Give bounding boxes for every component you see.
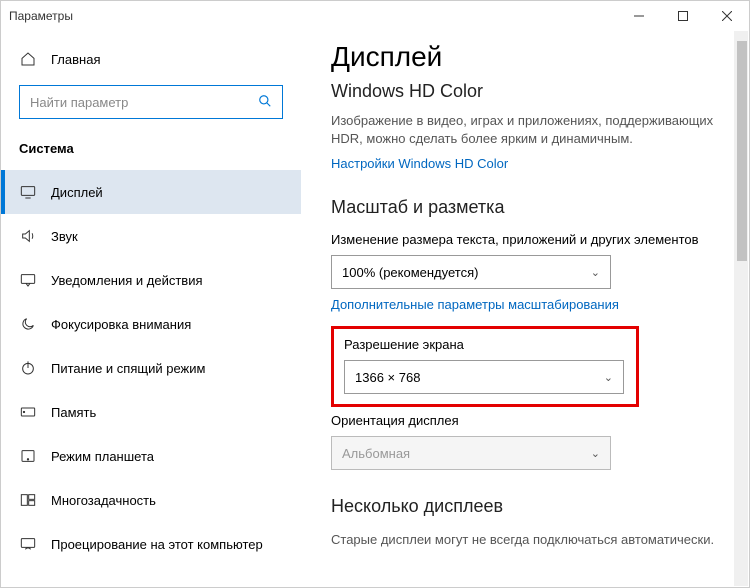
sidebar-item-label: Дисплей xyxy=(51,185,103,200)
sidebar-item-label: Фокусировка внимания xyxy=(51,317,191,332)
hd-color-link[interactable]: Настройки Windows HD Color xyxy=(331,156,719,171)
text-size-select[interactable]: 100% (рекомендуется) ⌄ xyxy=(331,255,611,289)
hd-color-heading: Windows HD Color xyxy=(331,81,719,102)
maximize-button[interactable] xyxy=(661,1,705,31)
orientation-select: Альбомная ⌄ xyxy=(331,436,611,470)
close-button[interactable] xyxy=(705,1,749,31)
multi-display-desc: Старые дисплеи могут не всегда подключат… xyxy=(331,531,719,549)
sidebar-item-power[interactable]: Питание и спящий режим xyxy=(1,346,301,390)
multitask-icon xyxy=(19,493,37,507)
sidebar-item-label: Уведомления и действия xyxy=(51,273,203,288)
advanced-scale-link[interactable]: Дополнительные параметры масштабирования xyxy=(331,297,719,312)
storage-icon xyxy=(19,406,37,418)
sidebar-section-title: Система xyxy=(1,131,301,164)
sidebar-item-storage[interactable]: Память xyxy=(1,390,301,434)
sidebar-item-focus[interactable]: Фокусировка внимания xyxy=(1,302,301,346)
sound-icon xyxy=(19,228,37,244)
chevron-down-icon: ⌄ xyxy=(591,447,600,460)
sidebar-item-label: Память xyxy=(51,405,96,420)
sidebar-item-label: Питание и спящий режим xyxy=(51,361,205,376)
sidebar-item-label: Режим планшета xyxy=(51,449,154,464)
home-icon xyxy=(19,51,37,67)
text-size-value: 100% (рекомендуется) xyxy=(342,265,478,280)
power-icon xyxy=(19,360,37,376)
search-icon xyxy=(258,94,272,111)
sidebar-item-label: Проецирование на этот компьютер xyxy=(51,537,263,552)
sidebar-item-label: Звук xyxy=(51,229,78,244)
resolution-value: 1366 × 768 xyxy=(355,370,420,385)
orientation-label: Ориентация дисплея xyxy=(331,413,719,428)
sidebar-item-projecting[interactable]: Проецирование на этот компьютер xyxy=(1,522,301,566)
sidebar-item-sound[interactable]: Звук xyxy=(1,214,301,258)
multi-display-heading: Несколько дисплеев xyxy=(331,496,719,517)
home-nav[interactable]: Главная xyxy=(1,39,301,79)
sidebar: Главная Система Дисплей Звук xyxy=(1,31,301,587)
scale-heading: Масштаб и разметка xyxy=(331,197,719,218)
chevron-down-icon: ⌄ xyxy=(604,371,613,384)
page-title: Дисплей xyxy=(331,41,719,73)
hd-color-desc: Изображение в видео, играх и приложениях… xyxy=(331,112,719,148)
titlebar: Параметры xyxy=(1,1,749,31)
scrollbar-thumb[interactable] xyxy=(737,41,747,261)
sidebar-item-label: Многозадачность xyxy=(51,493,156,508)
display-icon xyxy=(19,185,37,199)
sidebar-item-display[interactable]: Дисплей xyxy=(1,170,301,214)
resolution-select[interactable]: 1366 × 768 ⌄ xyxy=(344,360,624,394)
projecting-icon xyxy=(19,537,37,551)
sidebar-item-tablet[interactable]: Режим планшета xyxy=(1,434,301,478)
minimize-button[interactable] xyxy=(617,1,661,31)
sidebar-item-notifications[interactable]: Уведомления и действия xyxy=(1,258,301,302)
content-area: Дисплей Windows HD Color Изображение в в… xyxy=(301,31,749,587)
chevron-down-icon: ⌄ xyxy=(591,266,600,279)
resolution-label: Разрешение экрана xyxy=(344,337,626,352)
home-label: Главная xyxy=(51,52,100,67)
sidebar-item-multitask[interactable]: Многозадачность xyxy=(1,478,301,522)
search-box[interactable] xyxy=(19,85,283,119)
text-size-label: Изменение размера текста, приложений и д… xyxy=(331,232,719,247)
notifications-icon xyxy=(19,273,37,287)
window-title: Параметры xyxy=(9,9,617,23)
focus-icon xyxy=(19,316,37,332)
tablet-icon xyxy=(19,449,37,463)
search-input[interactable] xyxy=(30,95,258,110)
orientation-value: Альбомная xyxy=(342,446,410,461)
resolution-highlight: Разрешение экрана 1366 × 768 ⌄ xyxy=(331,326,639,407)
